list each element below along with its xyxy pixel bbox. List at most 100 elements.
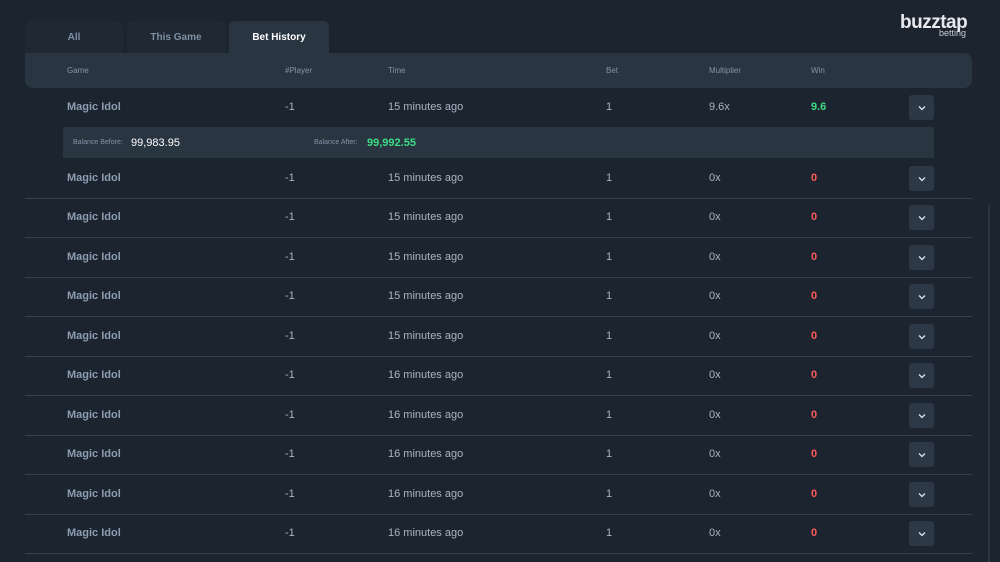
row-game: Magic Idol bbox=[67, 172, 121, 184]
expand-row-button[interactable] bbox=[909, 363, 934, 388]
table-row[interactable]: Magic Idol -1 15 minutes ago 1 9.6x 9.6 bbox=[25, 88, 972, 127]
expand-row-button[interactable] bbox=[909, 166, 934, 191]
chevron-down-icon bbox=[918, 413, 925, 418]
table-header: Game #Player Time Bet Multiplier Win bbox=[25, 53, 972, 88]
table-row[interactable]: Magic Idol -1 16 minutes ago 1 0x 0 bbox=[25, 396, 972, 436]
row-player: -1 bbox=[285, 290, 295, 302]
chevron-down-icon bbox=[918, 373, 925, 378]
expand-row-button[interactable] bbox=[909, 284, 934, 309]
row-time: 15 minutes ago bbox=[388, 172, 464, 184]
chevron-down-icon bbox=[918, 176, 925, 181]
row-bet: 1 bbox=[606, 172, 613, 184]
row-bet: 1 bbox=[606, 488, 613, 500]
row-win: 0 bbox=[811, 488, 818, 500]
table-row[interactable]: Magic Idol -1 15 minutes ago 1 0x 0 bbox=[25, 317, 972, 357]
row-time: 15 minutes ago bbox=[388, 290, 464, 302]
row-bet: 1 bbox=[606, 409, 613, 421]
row-player: -1 bbox=[285, 527, 295, 539]
balance-before-label: Balance Before: bbox=[73, 139, 123, 146]
row-multiplier: 0x bbox=[709, 251, 721, 263]
chevron-down-icon bbox=[918, 334, 925, 339]
row-time: 15 minutes ago bbox=[388, 330, 464, 342]
row-player: -1 bbox=[285, 448, 295, 460]
table-row[interactable]: Magic Idol -1 15 minutes ago 1 0x 0 bbox=[25, 277, 972, 317]
expand-row-button[interactable] bbox=[909, 324, 934, 349]
row-multiplier: 0x bbox=[709, 172, 721, 184]
row-game: Magic Idol bbox=[67, 251, 121, 263]
row-multiplier: 0x bbox=[709, 369, 721, 381]
row-time: 15 minutes ago bbox=[388, 101, 464, 113]
row-bet: 1 bbox=[606, 330, 613, 342]
row-game: Magic Idol bbox=[67, 409, 121, 421]
expand-row-button[interactable] bbox=[909, 521, 934, 546]
row-time: 16 minutes ago bbox=[388, 527, 464, 539]
chevron-down-icon bbox=[918, 294, 925, 299]
tab-this-game[interactable]: This Game bbox=[127, 21, 225, 53]
row-game: Magic Idol bbox=[67, 448, 121, 460]
chevron-down-icon bbox=[918, 452, 925, 457]
chevron-down-icon bbox=[918, 105, 925, 110]
row-win: 0 bbox=[811, 172, 818, 184]
row-game: Magic Idol bbox=[67, 290, 121, 302]
tab-all[interactable]: All bbox=[25, 21, 123, 53]
row-game: Magic Idol bbox=[67, 211, 121, 223]
row-player: -1 bbox=[285, 101, 295, 113]
row-multiplier: 0x bbox=[709, 211, 721, 223]
table-row[interactable]: Magic Idol -1 16 minutes ago 1 0x 0 bbox=[25, 435, 972, 475]
row-time: 16 minutes ago bbox=[388, 369, 464, 381]
row-time: 16 minutes ago bbox=[388, 409, 464, 421]
row-multiplier: 0x bbox=[709, 448, 721, 460]
col-player: #Player bbox=[285, 66, 313, 75]
row-win: 0 bbox=[811, 527, 818, 539]
table-row[interactable]: Magic Idol -1 15 minutes ago 1 0x 0 bbox=[25, 198, 972, 238]
table-row[interactable]: Magic Idol -1 16 minutes ago 1 0x 0 bbox=[25, 514, 972, 554]
col-multiplier: Multiplier bbox=[709, 66, 742, 75]
row-multiplier: 0x bbox=[709, 488, 721, 500]
row-win: 0 bbox=[811, 290, 818, 302]
expand-row-button[interactable] bbox=[909, 95, 934, 120]
row-multiplier: 0x bbox=[709, 527, 721, 539]
expand-row-button[interactable] bbox=[909, 403, 934, 428]
row-time: 15 minutes ago bbox=[388, 211, 464, 223]
col-game: Game bbox=[67, 66, 89, 75]
row-player: -1 bbox=[285, 488, 295, 500]
chevron-down-icon bbox=[918, 255, 925, 260]
expanded-details: Balance Before: 99,983.95 Balance After:… bbox=[63, 127, 934, 158]
expand-row-button[interactable] bbox=[909, 442, 934, 467]
row-player: -1 bbox=[285, 409, 295, 421]
row-time: 16 minutes ago bbox=[388, 448, 464, 460]
row-win: 9.6 bbox=[811, 101, 827, 113]
balance-before-value: 99,983.95 bbox=[131, 137, 180, 149]
row-bet: 1 bbox=[606, 290, 613, 302]
expand-row-button[interactable] bbox=[909, 482, 934, 507]
row-multiplier: 0x bbox=[709, 330, 721, 342]
table-row[interactable]: Magic Idol -1 16 minutes ago 1 0x 0 bbox=[25, 356, 972, 396]
row-win: 0 bbox=[811, 369, 818, 381]
row-time: 15 minutes ago bbox=[388, 251, 464, 263]
row-multiplier: 0x bbox=[709, 290, 721, 302]
scrollbar[interactable] bbox=[988, 205, 990, 562]
row-player: -1 bbox=[285, 369, 295, 381]
tab-bet-history[interactable]: Bet History bbox=[229, 21, 329, 53]
row-win: 0 bbox=[811, 251, 818, 263]
row-bet: 1 bbox=[606, 448, 613, 460]
row-player: -1 bbox=[285, 251, 295, 263]
expand-row-button[interactable] bbox=[909, 205, 934, 230]
row-game: Magic Idol bbox=[67, 101, 121, 113]
expand-row-button[interactable] bbox=[909, 245, 934, 270]
row-game: Magic Idol bbox=[67, 488, 121, 500]
row-bet: 1 bbox=[606, 251, 613, 263]
row-time: 16 minutes ago bbox=[388, 488, 464, 500]
row-bet: 1 bbox=[606, 101, 613, 113]
table-row[interactable]: Magic Idol -1 15 minutes ago 1 0x 0 bbox=[25, 159, 972, 199]
table-row[interactable]: Magic Idol -1 16 minutes ago 1 0x 0 bbox=[25, 475, 972, 515]
brand-sub: betting bbox=[938, 28, 966, 38]
table-row[interactable]: Magic Idol -1 15 minutes ago 1 0x 0 bbox=[25, 238, 972, 278]
row-player: -1 bbox=[285, 211, 295, 223]
brand-logo: buzztap betting bbox=[900, 13, 980, 39]
row-game: Magic Idol bbox=[67, 330, 121, 342]
col-time: Time bbox=[388, 66, 406, 75]
row-multiplier: 9.6x bbox=[709, 101, 730, 113]
chevron-down-icon bbox=[918, 215, 925, 220]
row-game: Magic Idol bbox=[67, 527, 121, 539]
